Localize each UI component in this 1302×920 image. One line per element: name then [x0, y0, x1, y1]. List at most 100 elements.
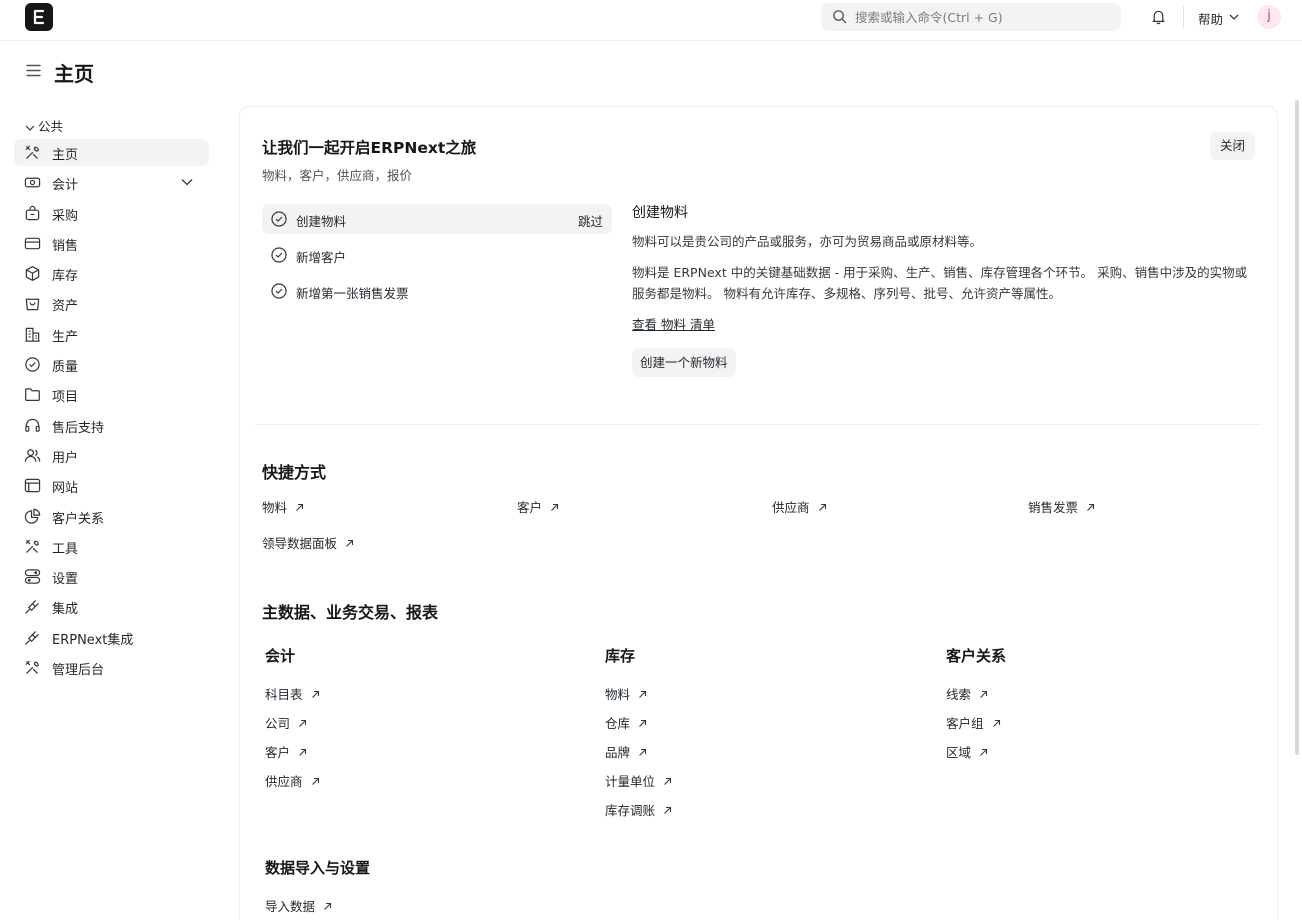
- users-icon: [24, 449, 41, 462]
- section-divider: [255, 424, 1262, 425]
- help-dropdown[interactable]: 帮助: [1198, 9, 1223, 28]
- notification-bell-icon[interactable]: [1150, 8, 1167, 25]
- sidebar-item-label: 客户关系: [52, 512, 105, 527]
- sidebar-item-erpnext-integrations[interactable]: ERPNext集成: [14, 624, 209, 651]
- link-label: 公司: [265, 716, 291, 731]
- step-detail-body: 物料是 ERPNext 中的关键基础数据 - 用于采购、生产、销售、库存管理各个…: [632, 265, 1248, 301]
- link-stock-reconciliation[interactable]: 库存调账: [605, 800, 672, 819]
- sidebar-item-tools[interactable]: 工具: [14, 533, 209, 560]
- link-brand[interactable]: 品牌: [605, 742, 647, 761]
- sidebar-item-projects[interactable]: 项目: [14, 381, 209, 408]
- plug-icon: [25, 631, 39, 645]
- link-import-data[interactable]: 导入数据: [265, 896, 332, 915]
- tools-icon: [25, 145, 39, 159]
- box-icon: [25, 266, 40, 281]
- sidebar-item-integrations[interactable]: 集成: [14, 593, 209, 620]
- link-label: 客户: [265, 745, 291, 760]
- link-label: 计量单位: [605, 774, 656, 789]
- tools-icon: [25, 539, 39, 553]
- sidebar-item-manufacturing[interactable]: 生产: [14, 321, 209, 348]
- sidebar-item-admin[interactable]: 管理后台: [14, 654, 209, 681]
- shortcut-item[interactable]: 物料: [262, 497, 304, 516]
- onboarding-step-add-customer[interactable]: 新增客户: [262, 240, 612, 270]
- sidebar-item-label: 项目: [52, 390, 79, 405]
- link-territory[interactable]: 区域: [946, 742, 988, 761]
- arrow-up-right-icon: [980, 690, 988, 698]
- link-label: 区域: [946, 745, 972, 760]
- shortcut-label: 物料: [262, 500, 288, 515]
- headset-icon: [25, 418, 40, 432]
- page-scrollbar[interactable]: [1295, 100, 1299, 755]
- link-warehouse[interactable]: 仓库: [605, 713, 647, 732]
- shortcut-supplier[interactable]: 供应商: [772, 497, 827, 516]
- chevron-down-icon[interactable]: [1229, 13, 1239, 21]
- onboarding-subtitle: 物料，客户，供应商，报价: [262, 168, 413, 183]
- link-customer[interactable]: 客户: [265, 742, 307, 761]
- arrow-up-right-icon: [992, 719, 1000, 727]
- top-navbar: 帮助 j: [0, 0, 1302, 41]
- chevron-down-icon[interactable]: [181, 178, 193, 186]
- check-circle-icon: [271, 283, 287, 299]
- onboarding-step-create-item[interactable]: 创建物料 跳过: [262, 204, 612, 234]
- masters-title: 主数据、业务交易、报表: [262, 603, 439, 622]
- asset-icon: [25, 298, 40, 311]
- search-input[interactable]: [855, 3, 1115, 31]
- page-title: 主页: [54, 62, 94, 86]
- link-company[interactable]: 公司: [265, 713, 307, 732]
- app-logo[interactable]: [25, 3, 53, 31]
- link-lead[interactable]: 线索: [946, 684, 988, 703]
- link-item[interactable]: 物料: [605, 684, 647, 703]
- sidebar-item-users[interactable]: 用户: [14, 442, 209, 469]
- shortcut-customer[interactable]: 客户: [517, 497, 559, 516]
- link-label: 库存调账: [605, 803, 656, 818]
- shortcut-sales-invoice[interactable]: 销售发票: [1028, 497, 1095, 516]
- sidebar-item-buying[interactable]: 采购: [14, 200, 209, 227]
- factory-icon: [25, 327, 40, 342]
- sidebar-item-label: 销售: [52, 239, 79, 254]
- create-new-item-button[interactable]: 创建一个新物料: [632, 348, 736, 377]
- sidebar-item-assets[interactable]: 资产: [14, 290, 209, 317]
- sidebar-toggle-icon[interactable]: [25, 62, 42, 79]
- search-icon: [833, 10, 847, 24]
- card-title-data-import: 数据导入与设置: [265, 859, 371, 877]
- sidebar-item-home[interactable]: 主页: [14, 139, 209, 166]
- tools-icon: [25, 660, 39, 674]
- arrow-up-right-icon: [664, 806, 672, 814]
- navbar-divider: [1183, 6, 1184, 28]
- sidebar-item-settings[interactable]: 设置: [14, 563, 209, 590]
- awesomebar-search[interactable]: [821, 3, 1121, 31]
- sidebar-item-accounting[interactable]: 会计: [14, 169, 209, 196]
- shortcut-label: 销售发票: [1028, 500, 1079, 515]
- sidebar-item-quality[interactable]: 质量: [14, 351, 209, 378]
- link-supplier[interactable]: 供应商: [265, 771, 320, 790]
- shortcut-leaderboard[interactable]: 领导数据面板: [262, 533, 354, 552]
- sidebar-item-website[interactable]: 网站: [14, 472, 209, 499]
- plug-icon: [25, 600, 39, 614]
- sidebar-item-label: 集成: [52, 602, 79, 617]
- link-chart-of-accounts[interactable]: 科目表: [265, 684, 320, 703]
- close-onboarding-button[interactable]: 关闭: [1210, 132, 1255, 160]
- arrow-up-right-icon: [639, 748, 647, 756]
- link-label: 仓库: [605, 716, 631, 731]
- sidebar-item-crm[interactable]: 客户关系: [14, 503, 209, 530]
- sidebar-item-label: 质量: [52, 360, 79, 375]
- arrow-up-right-icon: [551, 503, 559, 511]
- sidebar-item-label: 采购: [52, 209, 79, 224]
- avatar[interactable]: j: [1257, 5, 1281, 29]
- link-label: 客户组: [946, 716, 984, 731]
- sidebar-item-label: 用户: [52, 451, 79, 466]
- arrow-up-right-icon: [311, 690, 319, 698]
- bag-icon: [25, 205, 40, 221]
- sidebar-item-selling[interactable]: 销售: [14, 230, 209, 257]
- arrow-up-right-icon: [980, 748, 988, 756]
- link-customer-group[interactable]: 客户组: [946, 713, 1001, 732]
- view-item-list-link[interactable]: 查看 物料 清单: [632, 314, 715, 333]
- sidebar-item-label: ERPNext集成: [52, 633, 134, 648]
- sidebar-group-public[interactable]: 公共: [25, 116, 63, 135]
- link-uom[interactable]: 计量单位: [605, 771, 672, 790]
- skip-step-button[interactable]: 跳过: [578, 211, 603, 230]
- sidebar-item-stock[interactable]: 库存: [14, 260, 209, 287]
- arrow-up-right-icon: [299, 719, 307, 727]
- sidebar-item-support[interactable]: 售后支持: [14, 412, 209, 439]
- onboarding-step-sales-invoice[interactable]: 新增第一张销售发票: [262, 276, 612, 306]
